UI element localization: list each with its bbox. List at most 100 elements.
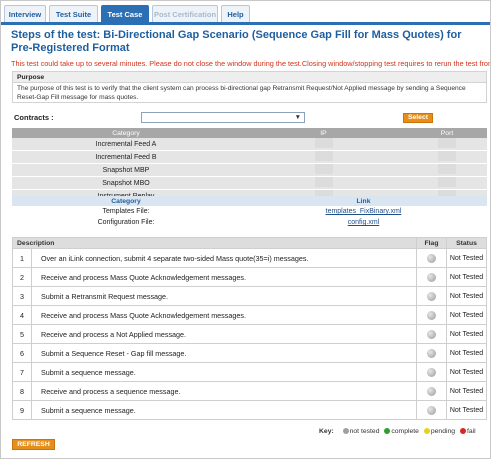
flag-cell <box>416 286 447 306</box>
status-dot-icon <box>427 348 436 358</box>
files-header-category: Category <box>12 196 240 206</box>
key-fail: fail <box>466 428 476 435</box>
flag-cell <box>416 400 447 420</box>
step-number: 8 <box>12 381 32 401</box>
step-status: Not Tested <box>446 324 487 344</box>
tab-bar: Interview Test Suite Test Case Post Cert… <box>1 1 490 25</box>
test-case-window: Interview Test Suite Test Case Post Cert… <box>0 0 491 459</box>
status-dot-icon <box>427 253 436 263</box>
step-number: 6 <box>12 343 32 363</box>
step-status: Not Tested <box>446 267 487 287</box>
tab-help[interactable]: Help <box>221 5 250 22</box>
step-description: Submit a sequence message. <box>31 400 417 420</box>
tab-test-suite[interactable]: Test Suite <box>49 5 98 22</box>
select-button[interactable]: Select <box>403 113 433 123</box>
config-file-link[interactable]: config.xml <box>348 219 380 226</box>
refresh-button[interactable]: REFRESH <box>12 439 55 450</box>
status-dot-icon <box>427 310 436 320</box>
step-row: 1 Over an iLink connection, submit 4 sep… <box>12 248 487 268</box>
steps-table: Description Flag Status 1 Over an iLink … <box>12 237 487 420</box>
step-row: 5 Receive and process a Not Applied mess… <box>12 324 487 344</box>
step-row: 6 Submit a Sequence Reset - Gap fill mes… <box>12 343 487 363</box>
key-label: Key: <box>319 428 334 435</box>
status-dot-icon <box>427 405 436 415</box>
step-status: Not Tested <box>446 400 487 420</box>
chevron-down-icon: ▼ <box>294 114 301 121</box>
step-description: Over an iLink connection, submit 4 separ… <box>31 248 417 268</box>
step-status: Not Tested <box>446 362 487 382</box>
step-description: Submit a Retransmit Request message. <box>31 286 417 306</box>
step-row: 3 Submit a Retransmit Request message. N… <box>12 286 487 306</box>
flag-cell <box>416 343 447 363</box>
env-category: Incremental Feed A <box>12 138 240 151</box>
file-link-cell: config.xml <box>240 217 487 228</box>
step-number: 9 <box>12 400 32 420</box>
step-description: Receive and process a sequence message. <box>31 381 417 401</box>
flag-cell <box>416 267 447 287</box>
steps-header-description: Description <box>12 237 417 249</box>
env-port-redacted <box>407 163 487 177</box>
env-row: Snapshot MBO <box>12 176 487 190</box>
env-header-category: Category <box>12 128 240 138</box>
flag-cell <box>416 324 447 344</box>
status-dot-icon <box>427 272 436 282</box>
step-description: Receive and process Mass Quote Acknowled… <box>31 267 417 287</box>
step-row: 8 Receive and process a sequence message… <box>12 381 487 401</box>
env-header-port: Port <box>407 128 487 138</box>
step-description: Receive and process Mass Quote Acknowled… <box>31 305 417 325</box>
env-header-ip: IP <box>240 128 407 138</box>
complete-dot-icon <box>384 428 391 435</box>
env-ip-redacted <box>240 150 407 164</box>
env-ip-redacted <box>240 138 407 151</box>
flag-cell <box>416 381 447 401</box>
step-number: 7 <box>12 362 32 382</box>
env-ip-redacted <box>240 163 407 177</box>
file-category: Templates File: <box>102 208 150 215</box>
purpose-heading: Purpose <box>13 72 486 83</box>
files-table: Category Link Templates File: templates_… <box>12 196 487 228</box>
purpose-text: The purpose of this test is to verify th… <box>17 85 466 101</box>
steps-header-status: Status <box>446 237 487 249</box>
contracts-dropdown[interactable]: ▼ <box>141 112 305 123</box>
flag-cell <box>416 248 447 268</box>
purpose-panel: Purpose The purpose of this test is to v… <box>12 71 487 103</box>
env-category: Incremental Feed B <box>12 150 240 164</box>
tab-interview[interactable]: Interview <box>4 5 46 22</box>
env-port-redacted <box>407 176 487 190</box>
tab-test-case[interactable]: Test Case <box>101 5 149 22</box>
env-category: Snapshot MBO <box>12 176 240 190</box>
file-row: Configuration File: config.xml <box>12 217 487 228</box>
step-status: Not Tested <box>446 305 487 325</box>
flag-cell <box>416 362 447 382</box>
templates-file-link[interactable]: templates_FixBinary.xml <box>326 208 402 215</box>
step-description: Submit a sequence message. <box>31 362 417 382</box>
step-number: 2 <box>12 267 32 287</box>
file-row: Templates File: templates_FixBinary.xml <box>12 206 487 217</box>
file-link-cell: templates_FixBinary.xml <box>240 206 487 217</box>
status-dot-icon <box>427 367 436 377</box>
env-port-redacted <box>407 138 487 151</box>
env-row: Incremental Feed A <box>12 138 487 151</box>
step-row: 7 Submit a sequence message. Not Tested <box>12 362 487 382</box>
env-category: Snapshot MBP <box>12 163 240 177</box>
page-title: Steps of the test: Bi-Directional Gap Sc… <box>11 29 462 54</box>
step-row: 2 Receive and process Mass Quote Acknowl… <box>12 267 487 287</box>
tab-post-certification: Post Certification <box>152 5 218 22</box>
status-dot-icon <box>427 291 436 301</box>
status-key: Key: not tested complete pending fail <box>319 428 476 435</box>
key-pending: pending <box>430 428 456 435</box>
file-category: Configuration File: <box>97 219 155 226</box>
env-row: Snapshot MBP <box>12 163 487 177</box>
key-not-tested: not tested <box>349 428 380 435</box>
env-row: Incremental Feed B <box>12 150 487 164</box>
step-number: 3 <box>12 286 32 306</box>
step-number: 5 <box>12 324 32 344</box>
step-description: Submit a Sequence Reset - Gap fill messa… <box>31 343 417 363</box>
pending-dot-icon <box>423 428 430 435</box>
step-status: Not Tested <box>446 286 487 306</box>
step-status: Not Tested <box>446 248 487 268</box>
step-number: 4 <box>12 305 32 325</box>
step-number: 1 <box>12 248 32 268</box>
fail-dot-icon <box>459 428 466 435</box>
status-dot-icon <box>427 386 436 396</box>
